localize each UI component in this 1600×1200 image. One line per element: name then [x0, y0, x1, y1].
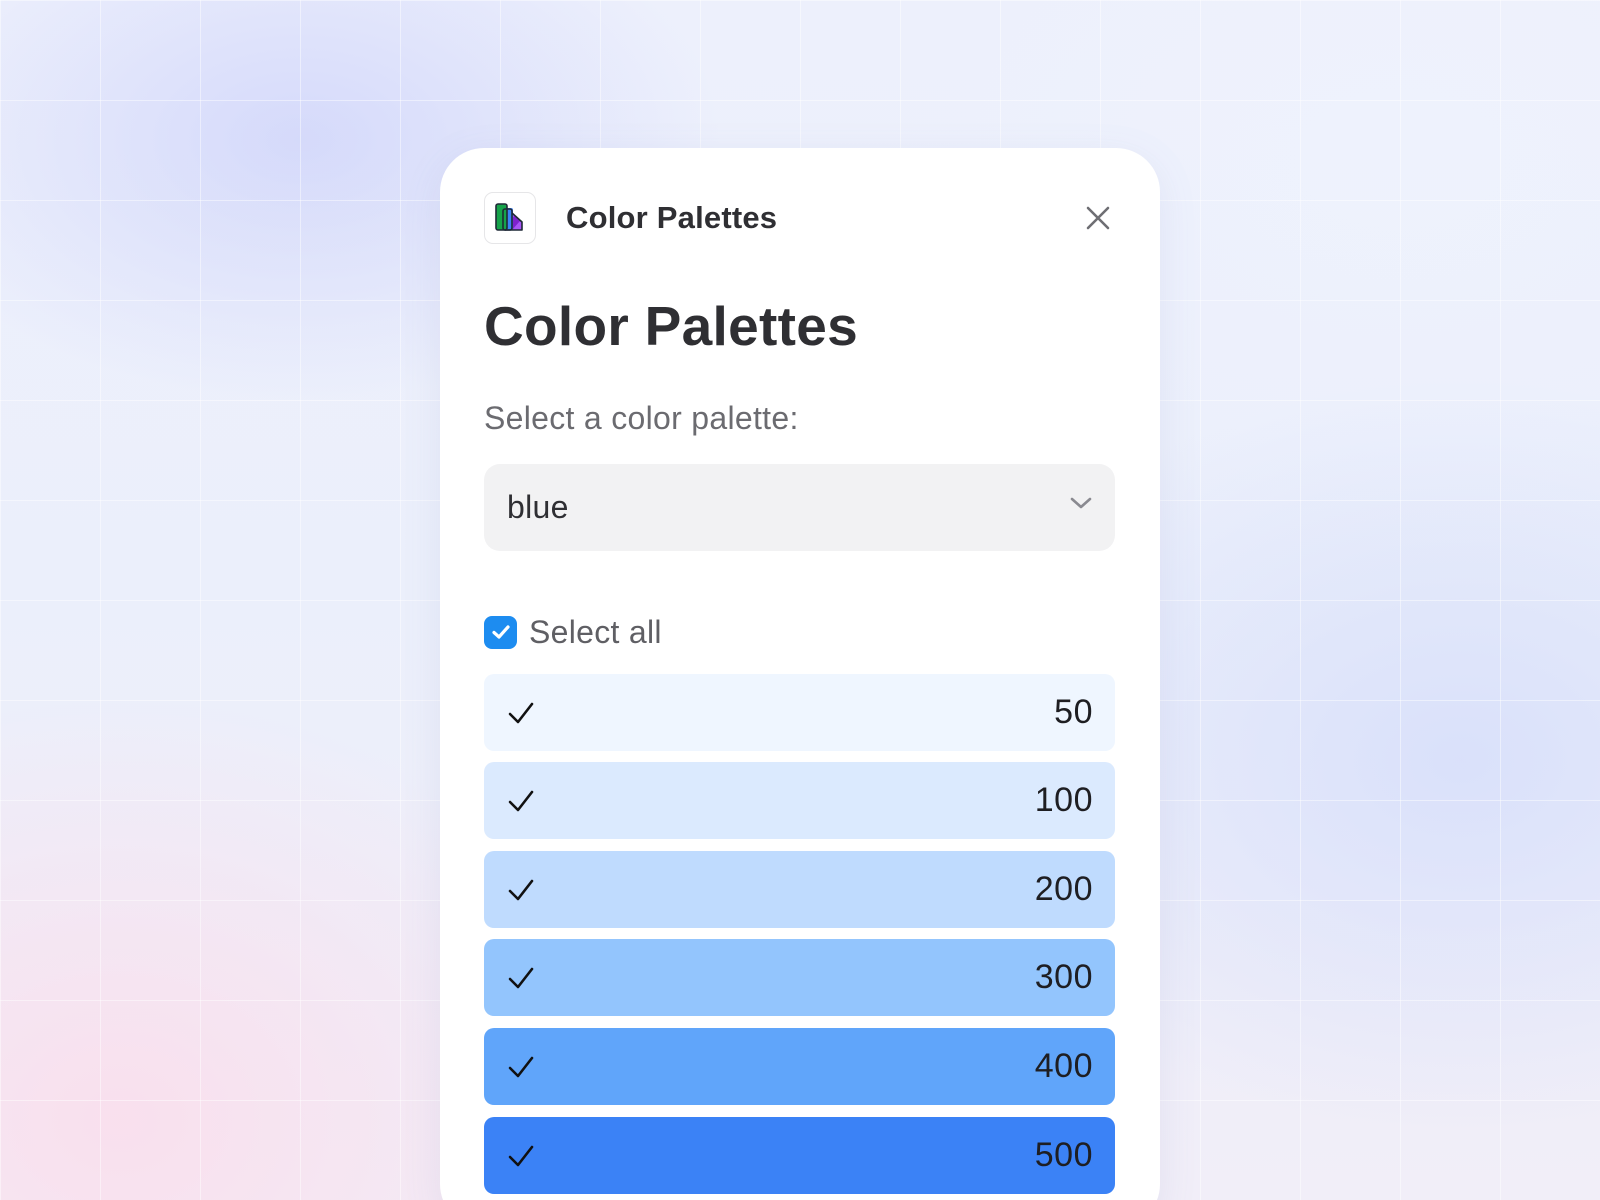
palette-swatch-icon — [484, 192, 536, 244]
select-all-label: Select all — [529, 613, 662, 650]
select-all-checkbox-row[interactable]: Select all — [484, 612, 662, 652]
checkmark-icon — [491, 625, 510, 639]
swatch-row-200[interactable]: 200 — [484, 851, 1115, 928]
check-icon — [506, 786, 536, 816]
swatch-label: 50 — [1054, 693, 1093, 731]
check-icon — [506, 1141, 536, 1171]
palette-select[interactable]: blue — [484, 464, 1115, 551]
swatch-row-300[interactable]: 300 — [484, 939, 1115, 1016]
close-button[interactable] — [1080, 200, 1116, 236]
swatch-label: 300 — [1034, 958, 1093, 996]
page-title: Color Palettes — [484, 295, 859, 357]
check-icon — [506, 698, 536, 728]
swatch-row-400[interactable]: 400 — [484, 1028, 1115, 1105]
panel-header-title: Color Palettes — [566, 200, 778, 235]
check-icon — [506, 1052, 536, 1082]
swatch-label: 200 — [1034, 870, 1093, 908]
swatch-row-100[interactable]: 100 — [484, 762, 1115, 839]
select-all-checkbox[interactable] — [484, 615, 517, 649]
swatch-row-500[interactable]: 500 — [484, 1117, 1115, 1194]
check-icon — [506, 963, 536, 993]
chevron-down-icon — [1070, 497, 1092, 509]
panel-header: Color Palettes — [484, 190, 1116, 246]
close-icon — [1086, 206, 1110, 230]
swatch-row-50[interactable]: 50 — [484, 674, 1115, 751]
check-icon — [506, 875, 536, 905]
swatch-label: 100 — [1034, 781, 1093, 819]
swatch-label: 400 — [1034, 1047, 1093, 1085]
palette-select-value: blue — [507, 489, 569, 525]
color-palettes-panel: Color Palettes Color Palettes Select a c… — [440, 148, 1160, 1200]
palette-select-label: Select a color palette: — [484, 400, 799, 436]
swatch-label: 500 — [1034, 1136, 1093, 1174]
